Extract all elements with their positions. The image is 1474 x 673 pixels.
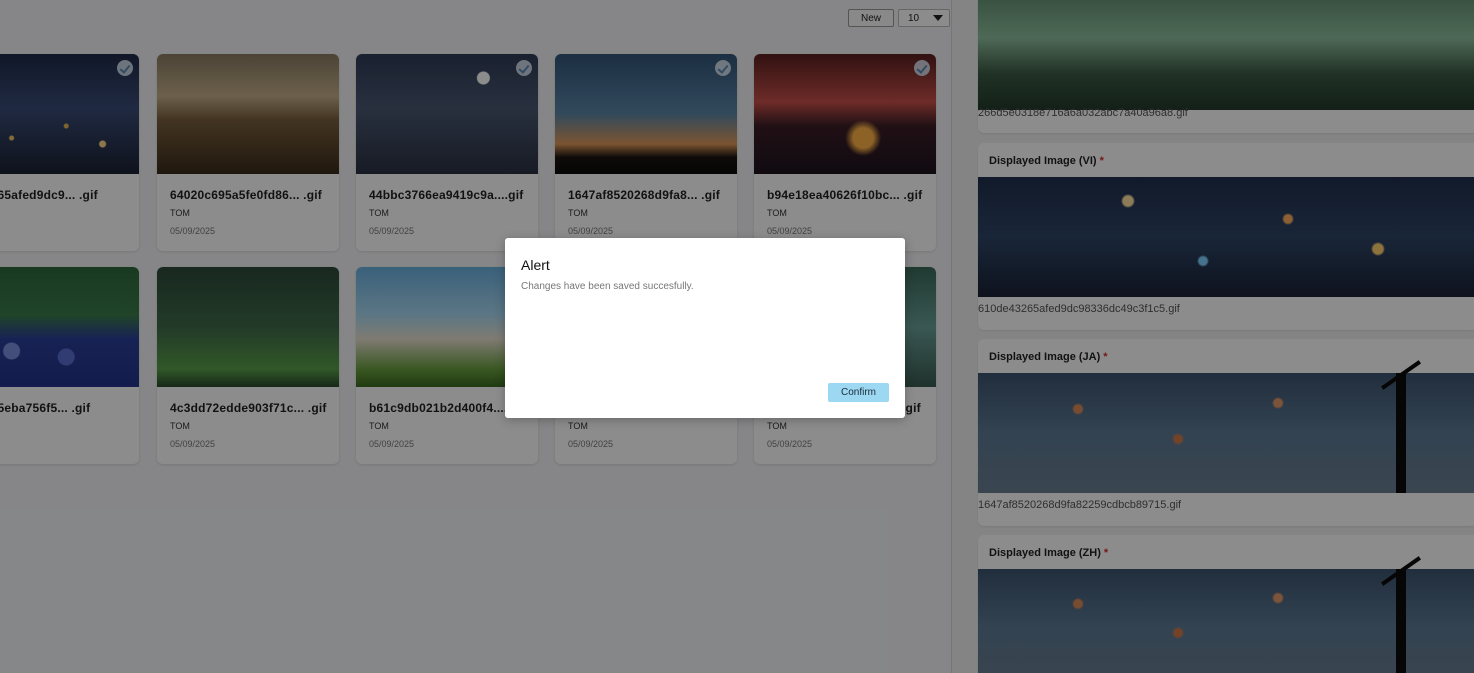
confirm-button[interactable]: Confirm xyxy=(828,383,889,402)
dialog-message: Changes have been saved succesfully. xyxy=(521,281,694,292)
app: New 10 e43265afed9dc9... .gif 2025 64020… xyxy=(0,0,1474,673)
alert-dialog: Alert Changes have been saved succesfull… xyxy=(505,238,905,418)
dialog-title: Alert xyxy=(521,257,550,273)
